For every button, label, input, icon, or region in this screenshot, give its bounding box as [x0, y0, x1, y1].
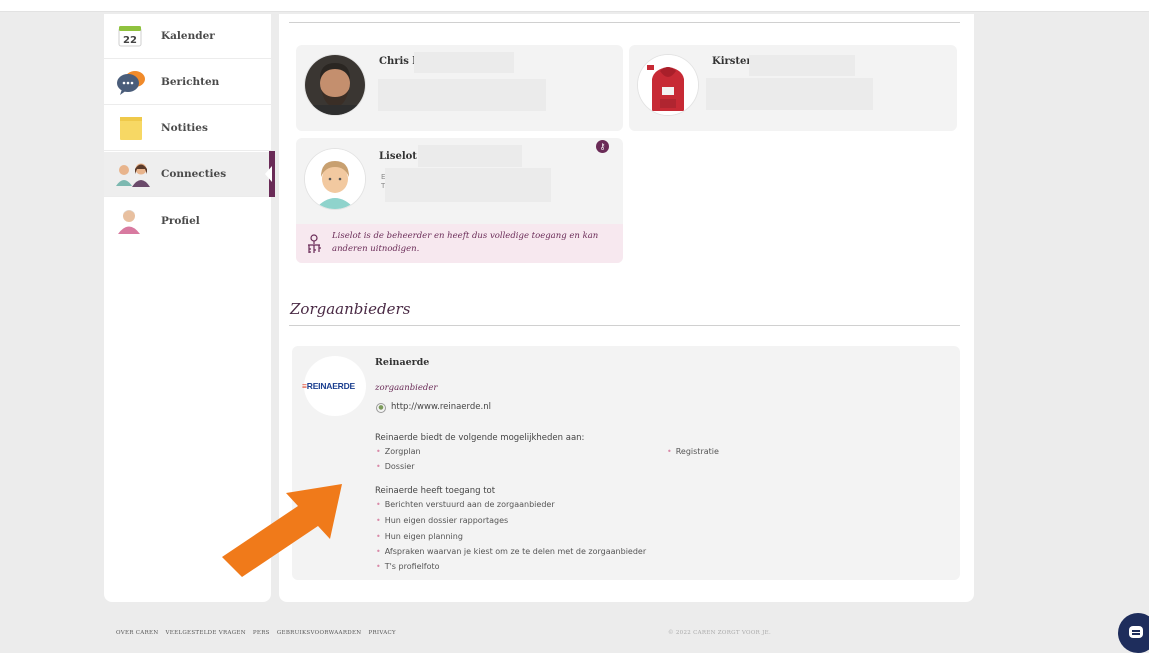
chat-icon: [1129, 626, 1143, 638]
list-item: • Dossier: [376, 462, 415, 471]
keys-icon: [308, 234, 321, 253]
sticky-note-icon: [115, 114, 147, 142]
logo-text: REINAERDE: [306, 381, 356, 391]
sidebar-item-label: Connecties: [161, 168, 227, 180]
sidebar-nav: 22 Kalender Berichten Notities Connectie…: [104, 14, 275, 602]
connection-name: Chris l: [379, 56, 417, 67]
redacted-block: [414, 52, 514, 73]
people-icon: [115, 160, 150, 188]
provider-type: zorgaanbieder: [375, 383, 438, 393]
connection-card-chris[interactable]: Chris l: [296, 45, 623, 131]
provider-url-link[interactable]: http://www.reinaerde.nl: [391, 402, 491, 412]
footer-links: OVER CAREN VEELGESTELDE VRAGEN PERS GEBR…: [116, 630, 401, 636]
list-item: • Hun eigen dossier rapportages: [376, 516, 509, 525]
sidebar-item-label: Berichten: [161, 76, 220, 88]
chat-button[interactable]: [1118, 613, 1149, 653]
copyright: © 2022 CAREN ZORGT VOOR JE.: [668, 630, 772, 636]
redacted-block: [749, 55, 855, 76]
avatar: [638, 55, 698, 115]
footer-link-pers[interactable]: PERS: [253, 630, 270, 636]
globe-icon: ●: [376, 403, 386, 413]
connection-card-kirsten[interactable]: Kirsten: [629, 45, 957, 131]
list-item: • Afspraken waarvan je kiest om ze te del…: [376, 547, 647, 556]
sidebar-item-label: Profiel: [161, 214, 200, 227]
provider-logo: ≡REINAERDE: [302, 356, 366, 416]
sidebar-item-notities[interactable]: Notities: [104, 106, 271, 151]
section-title: Zorgaanbieders: [290, 300, 411, 318]
user-icon: [115, 207, 147, 235]
admin-note: Liselot is de beheerder en heeft dus vol…: [296, 224, 623, 263]
access-heading: Reinaerde heeft toegang tot: [375, 486, 496, 496]
admin-note-text: Liselot is de beheerder en heeft dus vol…: [332, 231, 599, 254]
list-item: • Zorgplan: [376, 447, 421, 456]
admin-key-icon: ⚷: [596, 140, 609, 153]
sidebar-item-kalender[interactable]: 22 Kalender: [104, 14, 271, 59]
redacted-block: [706, 78, 873, 110]
list-item: • Hun eigen planning: [376, 532, 463, 541]
chat-bubbles-icon: [115, 68, 147, 96]
top-bar: [0, 0, 1149, 12]
list-item: • T's profielfoto: [376, 562, 440, 571]
footer-link-faq[interactable]: VEELGESTELDE VRAGEN: [166, 630, 246, 636]
sidebar-item-profiel[interactable]: Profiel: [104, 198, 271, 243]
sidebar-item-label: Kalender: [161, 30, 215, 42]
list-item: • Registratie: [667, 447, 719, 456]
sidebar-item-connecties[interactable]: Connecties: [104, 152, 271, 197]
avatar: [305, 55, 365, 115]
provider-name: Reinaerde: [375, 357, 430, 368]
sidebar-item-berichten[interactable]: Berichten: [104, 60, 271, 105]
redacted-block: [378, 79, 546, 111]
redacted-block: [385, 168, 551, 202]
sidebar-item-label: Notities: [161, 122, 208, 134]
avatar: [305, 149, 365, 209]
list-item: • Berichten verstuurd aan de zorgaanbiede…: [376, 500, 555, 509]
active-notch: [265, 166, 272, 182]
divider: [289, 22, 960, 23]
footer-link-over-caren[interactable]: OVER CAREN: [116, 630, 158, 636]
offers-heading: Reinaerde biedt de volgende mogelijkhede…: [375, 433, 585, 443]
section-divider: [289, 325, 960, 326]
calendar-day: 22: [123, 35, 137, 46]
calendar-icon: 22: [115, 22, 147, 50]
connection-name: Kirsten: [712, 56, 754, 67]
footer-link-privacy[interactable]: PRIVACY: [368, 630, 396, 636]
redacted-block: [418, 145, 522, 167]
footer-link-terms[interactable]: GEBRUIKSVOORWAARDEN: [277, 630, 362, 636]
